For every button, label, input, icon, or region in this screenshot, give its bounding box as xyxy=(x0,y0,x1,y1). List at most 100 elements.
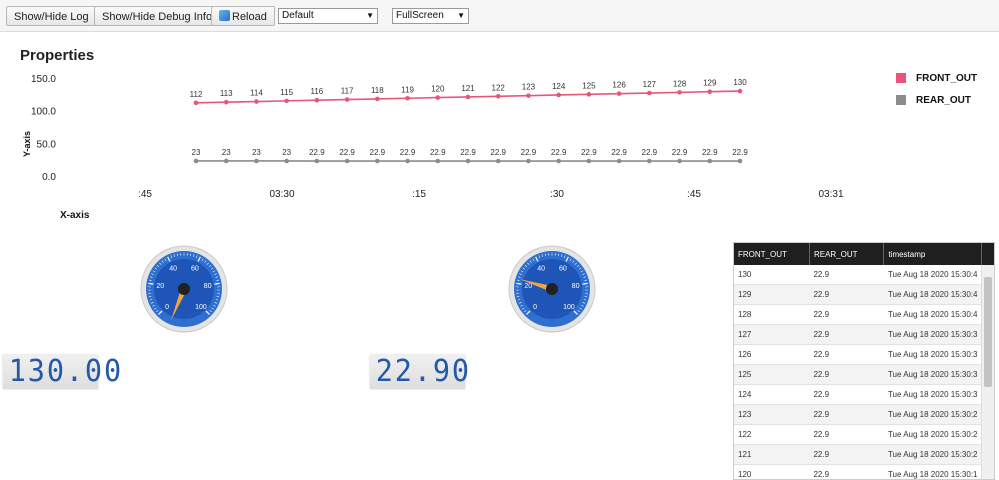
data-point[interactable] xyxy=(224,159,229,164)
data-label: 22.9 xyxy=(460,148,476,157)
data-label: 121 xyxy=(461,84,475,93)
gauge-tick-label: 80 xyxy=(572,283,580,290)
table-row[interactable]: 12222.9Tue Aug 18 2020 15:30:2 xyxy=(734,425,982,445)
table-cell: 22.9 xyxy=(809,345,883,365)
data-point[interactable] xyxy=(677,90,682,95)
data-point[interactable] xyxy=(315,98,320,103)
legend-swatch-front xyxy=(896,73,906,83)
data-label: 22.9 xyxy=(521,148,537,157)
gauge-tick-label: 60 xyxy=(559,266,567,273)
table-row[interactable]: 12522.9Tue Aug 18 2020 15:30:3 xyxy=(734,365,982,385)
table-row[interactable]: 12722.9Tue Aug 18 2020 15:30:3 xyxy=(734,325,982,345)
data-label: 22.9 xyxy=(430,148,446,157)
data-label: 127 xyxy=(643,80,657,89)
data-point[interactable] xyxy=(435,159,440,164)
theme-select[interactable]: Default ▼ xyxy=(278,8,378,24)
data-point[interactable] xyxy=(375,159,380,164)
data-label: 128 xyxy=(673,79,687,88)
gauge-tick-label: 80 xyxy=(204,283,212,290)
gauge-tick-label: 100 xyxy=(195,304,207,311)
table-scrollbar[interactable] xyxy=(981,265,994,479)
data-point[interactable] xyxy=(526,93,531,98)
table-cell: Tue Aug 18 2020 15:30:4 xyxy=(884,265,982,285)
data-point[interactable] xyxy=(345,159,350,164)
table-row[interactable]: 13022.9Tue Aug 18 2020 15:30:4 xyxy=(734,265,982,285)
reload-button[interactable]: Reload xyxy=(211,6,275,26)
data-point[interactable] xyxy=(738,89,743,94)
data-point[interactable] xyxy=(194,101,199,106)
data-point[interactable] xyxy=(496,94,501,99)
table-row[interactable]: 12922.9Tue Aug 18 2020 15:30:4 xyxy=(734,285,982,305)
scrollbar-thumb[interactable] xyxy=(984,277,992,387)
y-axis-label: Y-axis xyxy=(22,131,32,157)
table-row[interactable]: 12422.9Tue Aug 18 2020 15:30:3 xyxy=(734,385,982,405)
column-header-rear-out[interactable]: REAR_OUT xyxy=(809,243,883,265)
data-point[interactable] xyxy=(194,159,199,164)
data-point[interactable] xyxy=(496,159,501,164)
table-cell: 124 xyxy=(734,385,809,405)
line-chart: 150.0100.050.00.0Y-axis:4503:30:15:30:45… xyxy=(0,60,999,230)
data-point[interactable] xyxy=(254,159,259,164)
legend-label-rear[interactable]: REAR_OUT xyxy=(916,95,971,106)
x-axis-label: X-axis xyxy=(60,210,90,221)
table-cell: 122 xyxy=(734,425,809,445)
data-point[interactable] xyxy=(587,159,592,164)
table-cell: 22.9 xyxy=(809,445,883,465)
data-point[interactable] xyxy=(315,159,320,164)
data-point[interactable] xyxy=(466,95,471,100)
table-cell: Tue Aug 18 2020 15:30:3 xyxy=(884,345,982,365)
data-point[interactable] xyxy=(345,97,350,102)
table-cell: Tue Aug 18 2020 15:30:3 xyxy=(884,365,982,385)
data-point[interactable] xyxy=(254,99,259,104)
show-hide-log-button[interactable]: Show/Hide Log xyxy=(6,6,97,26)
table-cell: 22.9 xyxy=(809,265,883,285)
column-header-front-out[interactable]: FRONT_OUT xyxy=(734,243,809,265)
table-cell: 22.9 xyxy=(809,305,883,325)
data-point[interactable] xyxy=(617,159,622,164)
data-point[interactable] xyxy=(556,159,561,164)
data-point[interactable] xyxy=(375,97,380,102)
table-row[interactable]: 12622.9Tue Aug 18 2020 15:30:3 xyxy=(734,345,982,365)
data-point[interactable] xyxy=(435,95,440,100)
data-point[interactable] xyxy=(224,100,229,105)
data-point[interactable] xyxy=(284,99,289,104)
table-cell: 125 xyxy=(734,365,809,385)
data-point[interactable] xyxy=(405,96,410,101)
data-point[interactable] xyxy=(707,159,712,164)
x-tick-label: :45 xyxy=(687,189,701,200)
table-cell: 127 xyxy=(734,325,809,345)
data-point[interactable] xyxy=(466,159,471,164)
data-point[interactable] xyxy=(677,159,682,164)
table-cell: Tue Aug 18 2020 15:30:2 xyxy=(884,405,982,425)
rear-out-digital-display: 22.90 xyxy=(370,355,465,389)
legend-label-front[interactable]: FRONT_OUT xyxy=(916,73,977,84)
gauge-hub xyxy=(178,283,190,295)
table-row[interactable]: 12122.9Tue Aug 18 2020 15:30:2 xyxy=(734,445,982,465)
data-point[interactable] xyxy=(405,159,410,164)
table-cell: Tue Aug 18 2020 15:30:2 xyxy=(884,445,982,465)
data-point[interactable] xyxy=(284,159,289,164)
legend-swatch-rear xyxy=(896,95,906,105)
table-cell: Tue Aug 18 2020 15:30:2 xyxy=(884,425,982,445)
view-select[interactable]: FullScreen ▼ xyxy=(392,8,469,24)
gauge-tick-label: 0 xyxy=(165,304,169,311)
data-label: 115 xyxy=(280,88,293,97)
data-label: 123 xyxy=(522,83,536,92)
data-point[interactable] xyxy=(556,93,561,98)
column-header-timestamp[interactable]: timestamp xyxy=(884,243,982,265)
data-point[interactable] xyxy=(617,91,622,96)
data-point[interactable] xyxy=(707,89,712,94)
data-point[interactable] xyxy=(738,159,743,164)
gauge-tick xyxy=(148,283,153,284)
data-label: 114 xyxy=(250,89,263,98)
data-point[interactable] xyxy=(647,159,652,164)
data-label: 120 xyxy=(431,85,445,94)
show-hide-debug-button[interactable]: Show/Hide Debug Info xyxy=(94,6,220,26)
data-label: 122 xyxy=(492,83,506,92)
data-point[interactable] xyxy=(526,159,531,164)
table-row[interactable]: 12822.9Tue Aug 18 2020 15:30:4 xyxy=(734,305,982,325)
data-point[interactable] xyxy=(647,91,652,96)
reload-icon xyxy=(219,10,230,21)
table-row[interactable]: 12322.9Tue Aug 18 2020 15:30:2 xyxy=(734,405,982,425)
data-point[interactable] xyxy=(587,92,592,97)
